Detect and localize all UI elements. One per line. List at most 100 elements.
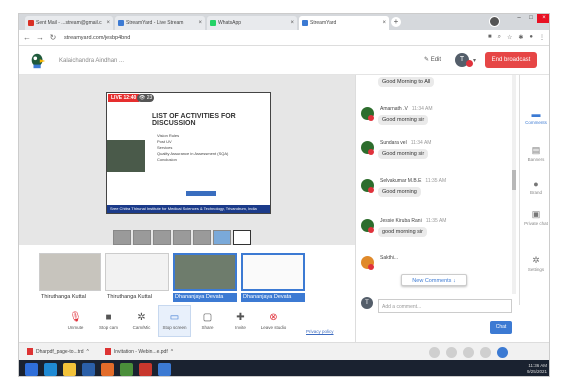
- invite-icon: ✚: [236, 312, 245, 323]
- participant-name: Thiruthanga Kuttal: [107, 294, 152, 300]
- back-icon[interactable]: ←: [22, 33, 32, 42]
- zoom-icon[interactable]: ⌕: [498, 34, 501, 41]
- maximize-icon[interactable]: □: [525, 14, 537, 23]
- participant-thumbnail[interactable]: [173, 253, 237, 291]
- close-icon[interactable]: ×: [290, 20, 294, 26]
- streamyard-icon: [302, 20, 308, 26]
- sidebar-item-settings[interactable]: ✲ Settings: [520, 255, 549, 272]
- star-icon[interactable]: ☆: [507, 34, 512, 41]
- sidebar-item-brand[interactable]: ● Brand: [520, 179, 549, 195]
- address-bar: ← → ↻ streamyard.com/jesbp4bnd ■ ⌕ ☆ ✱ ●…: [19, 30, 549, 46]
- minimize-icon[interactable]: –: [513, 14, 525, 23]
- chat-send-button[interactable]: Chat: [490, 321, 512, 334]
- participant-thumbnail[interactable]: [105, 253, 169, 291]
- layout-sidebar[interactable]: [213, 230, 231, 245]
- help-icon[interactable]: [497, 346, 508, 358]
- close-icon[interactable]: ×: [198, 20, 202, 26]
- tab-bar: Sent Mail - ...stream@gmail.c × StreamYar…: [19, 14, 549, 30]
- share-button[interactable]: ▢ Share: [191, 305, 224, 337]
- app-icon[interactable]: [139, 362, 152, 376]
- edit-button[interactable]: ✎ Edit: [424, 56, 441, 63]
- app-icon[interactable]: [158, 362, 171, 376]
- end-broadcast-button[interactable]: End broadcast: [485, 52, 537, 68]
- account-icon[interactable]: ●: [529, 34, 533, 41]
- url-field[interactable]: streamyard.com/jesbp4bnd: [64, 35, 130, 41]
- window-controls: – □ ×: [513, 14, 549, 23]
- pen-icon[interactable]: [463, 346, 474, 358]
- screen-share-stage: LIVE 12:40 👁 23 LIST OF ACTIVITIES FOR D…: [106, 92, 271, 214]
- comment-icon[interactable]: [446, 346, 457, 358]
- explorer-icon[interactable]: [63, 362, 76, 376]
- download-item[interactable]: Invitation - Webin...e.pdf ^: [104, 348, 173, 355]
- youtube-badge-icon: [368, 115, 374, 121]
- cam-mic-button[interactable]: ✲ Cam/Mic: [125, 305, 158, 337]
- word-icon[interactable]: [82, 362, 95, 376]
- chat-scrollbar[interactable]: [512, 75, 516, 305]
- layout-screen[interactable]: [193, 230, 211, 245]
- mic-icon: 🎙: [69, 312, 82, 323]
- layout-group[interactable]: [153, 230, 171, 245]
- chat-scrollbar-thumb[interactable]: [512, 170, 516, 190]
- slide-title: LIST OF ACTIVITIES FOR DISCUSSION: [152, 113, 236, 127]
- reload-icon[interactable]: ↻: [48, 33, 58, 42]
- studio-toolbar: 🎙 Unmute ■ Stop cam ✲ Cam/Mic ▭ Stop screen …: [59, 305, 290, 337]
- layout-solo[interactable]: [113, 230, 131, 245]
- tab-streamyard[interactable]: StreamYard ×: [299, 16, 389, 30]
- chat-message: Sundara vel 11:34 AM Good morning sir: [356, 138, 519, 168]
- stop-screen-button[interactable]: ▭ Stop screen: [158, 305, 191, 337]
- broadcast-title[interactable]: Kalaichandra Aindhan ...: [59, 58, 124, 64]
- profile-icon[interactable]: [489, 16, 500, 27]
- pointer-icon[interactable]: [480, 346, 491, 358]
- extensions-icon[interactable]: ✱: [518, 34, 523, 41]
- pdf-icon: [27, 348, 33, 355]
- edge-icon[interactable]: [44, 362, 57, 376]
- comment-composer: T Add a comment... Chat: [355, 294, 519, 342]
- layout-fullscreen[interactable]: [233, 230, 251, 245]
- whatsapp-icon: [210, 20, 216, 26]
- layout-thin[interactable]: [133, 230, 151, 245]
- menu-icon[interactable]: ⋮: [539, 34, 545, 41]
- chevron-down-icon[interactable]: ▾: [473, 57, 476, 64]
- stop-cam-button[interactable]: ■ Stop cam: [92, 305, 125, 337]
- close-icon[interactable]: ×: [382, 20, 386, 26]
- chrome-icon[interactable]: [120, 362, 133, 376]
- download-item[interactable]: Dharpdf_page-to...trd ^: [27, 348, 89, 355]
- floating-controls: [429, 344, 537, 360]
- message-time: 11:34 AM: [411, 106, 433, 112]
- unmute-button[interactable]: 🎙 Unmute: [59, 305, 92, 337]
- comment-input[interactable]: Add a comment...: [378, 299, 512, 313]
- start-icon[interactable]: [25, 362, 38, 376]
- new-tab-button[interactable]: +: [391, 17, 401, 27]
- hand-icon[interactable]: [429, 346, 440, 358]
- sidebar-item-banners[interactable]: ▤ Banners: [520, 145, 549, 162]
- tab-streamyard-live[interactable]: StreamYard - Live Stream ×: [115, 16, 205, 30]
- new-comments-button[interactable]: New Comments ↓: [401, 274, 467, 286]
- tab-whatsapp[interactable]: WhatsApp ×: [207, 16, 297, 30]
- app-icon[interactable]: [101, 362, 114, 376]
- leave-studio-button[interactable]: ⊗ Leave studio: [257, 305, 290, 337]
- invite-button[interactable]: ✚ Invite: [224, 305, 257, 337]
- youtube-badge-icon: [368, 227, 374, 233]
- streamyard-icon: [118, 20, 124, 26]
- close-icon[interactable]: ×: [106, 20, 110, 26]
- participant-thumbnail[interactable]: [241, 253, 305, 291]
- close-window-icon[interactable]: ×: [537, 14, 549, 23]
- tab-gmail[interactable]: Sent Mail - ...stream@gmail.c ×: [25, 16, 113, 30]
- camera-permission-icon[interactable]: ■: [488, 34, 492, 41]
- layout-leader[interactable]: [173, 230, 191, 245]
- participant-thumbnail[interactable]: [39, 253, 101, 291]
- chat-message: Amarnath .V 11:34 AM Good morning sir: [356, 104, 519, 134]
- sidebar-item-private-chat[interactable]: ▣ Private chat: [520, 209, 549, 226]
- comments-panel: Good Morning to All Amarnath .V 11:34 AM …: [355, 75, 519, 305]
- browser-window: Sent Mail - ...stream@gmail.c × StreamYar…: [18, 13, 550, 377]
- sidebar-item-comments[interactable]: ▬ Comments: [520, 109, 549, 125]
- message-author: Jessie Kiruba Rani: [380, 218, 422, 224]
- privacy-policy-link[interactable]: Privacy policy: [306, 329, 334, 334]
- participant-name: Dhananjaya Devata: [173, 293, 237, 302]
- streamyard-logo-icon: [31, 53, 46, 68]
- system-tray: 11:36 AM 9/25/2021: [526, 363, 547, 374]
- forward-icon[interactable]: →: [35, 33, 45, 42]
- layout-selector: [113, 230, 251, 245]
- viewer-count: 👁 23: [137, 94, 155, 102]
- message-text: Good morning sir: [378, 115, 429, 125]
